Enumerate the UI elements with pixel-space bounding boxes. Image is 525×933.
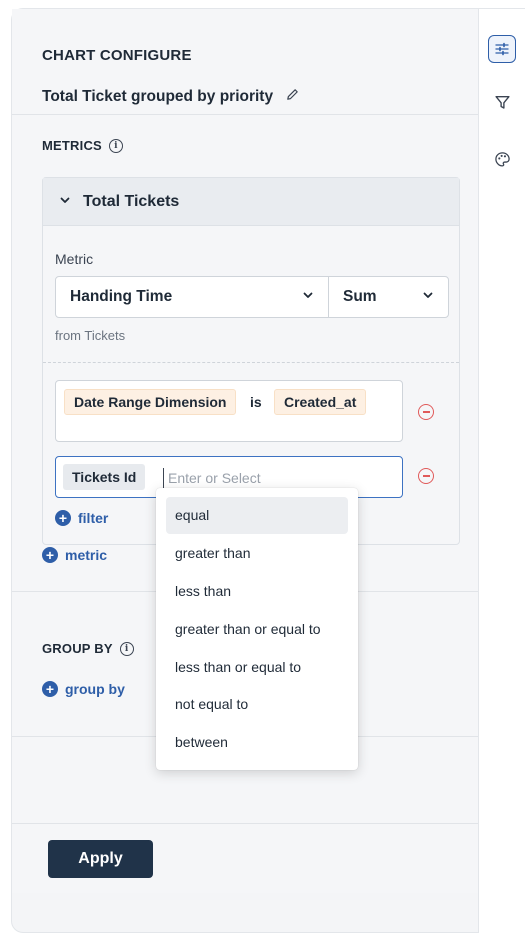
- operator-option[interactable]: greater than or equal to: [166, 611, 348, 648]
- filter-value-placeholder[interactable]: Enter or Select: [163, 468, 261, 488]
- filter-value-chip[interactable]: Created_at: [274, 389, 367, 415]
- operator-dropdown-menu: equal greater than less than greater tha…: [156, 488, 358, 770]
- apply-button[interactable]: Apply: [48, 840, 153, 878]
- chevron-down-icon: [302, 288, 314, 306]
- add-group-by-link[interactable]: + group by: [42, 681, 125, 697]
- dashed-divider: [43, 362, 459, 363]
- operator-option[interactable]: less than: [166, 573, 348, 610]
- palette-icon[interactable]: [488, 145, 516, 173]
- add-metric-label: metric: [65, 547, 108, 563]
- group-by-label-text: GROUP BY: [42, 641, 113, 656]
- metric-card-title: Total Tickets: [83, 192, 180, 210]
- edit-pencil-icon[interactable]: [285, 87, 300, 107]
- metrics-label-text: METRICS: [42, 138, 102, 153]
- panel-title: CHART CONFIGURE: [42, 47, 192, 64]
- add-group-by-label: group by: [65, 681, 125, 697]
- operator-option[interactable]: between: [166, 724, 348, 761]
- add-filter-link[interactable]: + filter: [55, 510, 108, 526]
- metric-source-text: from Tickets: [55, 328, 126, 343]
- info-icon[interactable]: i: [108, 138, 123, 153]
- filter-operator-text: is: [250, 394, 262, 410]
- filter-funnel-icon[interactable]: [488, 88, 516, 116]
- filter-dimension-chip[interactable]: Tickets Id: [63, 464, 146, 490]
- metric-field-value: Handing Time: [70, 288, 173, 305]
- panel-footer: Apply: [12, 823, 478, 893]
- plus-circle-icon: +: [42, 547, 58, 563]
- date-range-filter[interactable]: Date Range Dimension is Created_at: [55, 380, 403, 442]
- group-by-section-label: GROUP BY i: [42, 641, 134, 656]
- add-filter-label: filter: [78, 510, 109, 526]
- operator-option[interactable]: less than or equal to: [166, 649, 348, 686]
- chevron-down-icon[interactable]: [59, 193, 71, 211]
- metric-card-header[interactable]: Total Tickets: [43, 178, 459, 226]
- filter-dimension-chip[interactable]: Date Range Dimension: [64, 389, 237, 415]
- metric-field-label: Metric: [55, 251, 94, 267]
- operator-option[interactable]: not equal to: [166, 686, 348, 723]
- chevron-down-icon: [422, 288, 434, 306]
- remove-filter-icon[interactable]: [418, 404, 434, 420]
- add-metric-link[interactable]: + metric: [42, 547, 107, 563]
- info-icon[interactable]: i: [119, 641, 134, 656]
- aggregation-select[interactable]: Sum: [328, 276, 449, 318]
- operator-option[interactable]: greater than: [166, 535, 348, 572]
- metric-field-select[interactable]: Handing Time: [55, 276, 329, 318]
- plus-circle-icon: +: [55, 510, 71, 526]
- right-toolbar: [478, 9, 525, 933]
- sliders-icon[interactable]: [488, 35, 516, 63]
- divider: [12, 114, 478, 115]
- plus-circle-icon: +: [42, 681, 58, 697]
- operator-option[interactable]: equal: [166, 497, 348, 534]
- chart-name: Total Ticket grouped by priority: [42, 88, 274, 105]
- metrics-section-label: METRICS i: [42, 138, 123, 153]
- remove-filter-icon[interactable]: [418, 468, 434, 484]
- aggregation-value: Sum: [343, 288, 377, 305]
- chart-name-row: Total Ticket grouped by priority: [42, 87, 300, 107]
